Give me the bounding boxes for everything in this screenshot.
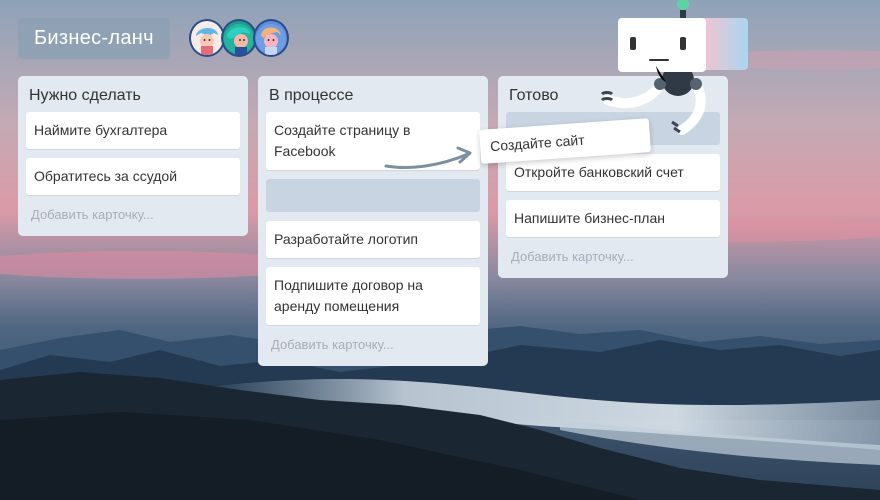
list-title[interactable]: Нужно сделать [26, 76, 240, 112]
robot-mascot-icon [600, 0, 748, 135]
card[interactable]: Наймите бухгалтера [26, 112, 240, 149]
add-card-button[interactable]: Добавить карточку... [506, 246, 720, 270]
card[interactable]: Обратитесь за ссудой [26, 158, 240, 195]
avatar-person-2-icon[interactable] [221, 19, 257, 57]
avatar-person-1-icon[interactable] [189, 19, 225, 57]
add-card-button[interactable]: Добавить карточку... [26, 204, 240, 228]
list-in-progress: В процессе Создайте страницу в Facebook … [258, 76, 488, 366]
list-title[interactable]: В процессе [266, 76, 480, 112]
add-card-button[interactable]: Добавить карточку... [266, 334, 480, 358]
board-title[interactable]: Бизнес-ланч [18, 18, 170, 59]
avatar-person-3-icon[interactable] [253, 19, 289, 57]
card[interactable]: Подпишите договор на аренду помещения [266, 267, 480, 325]
card[interactable]: Разработайте логотип [266, 221, 480, 258]
drop-placeholder [266, 179, 480, 212]
list-todo: Нужно сделать Наймите бухгалтера Обратит… [18, 76, 248, 236]
card[interactable]: Напишите бизнес-план [506, 200, 720, 237]
curved-arrow-icon [384, 146, 472, 169]
